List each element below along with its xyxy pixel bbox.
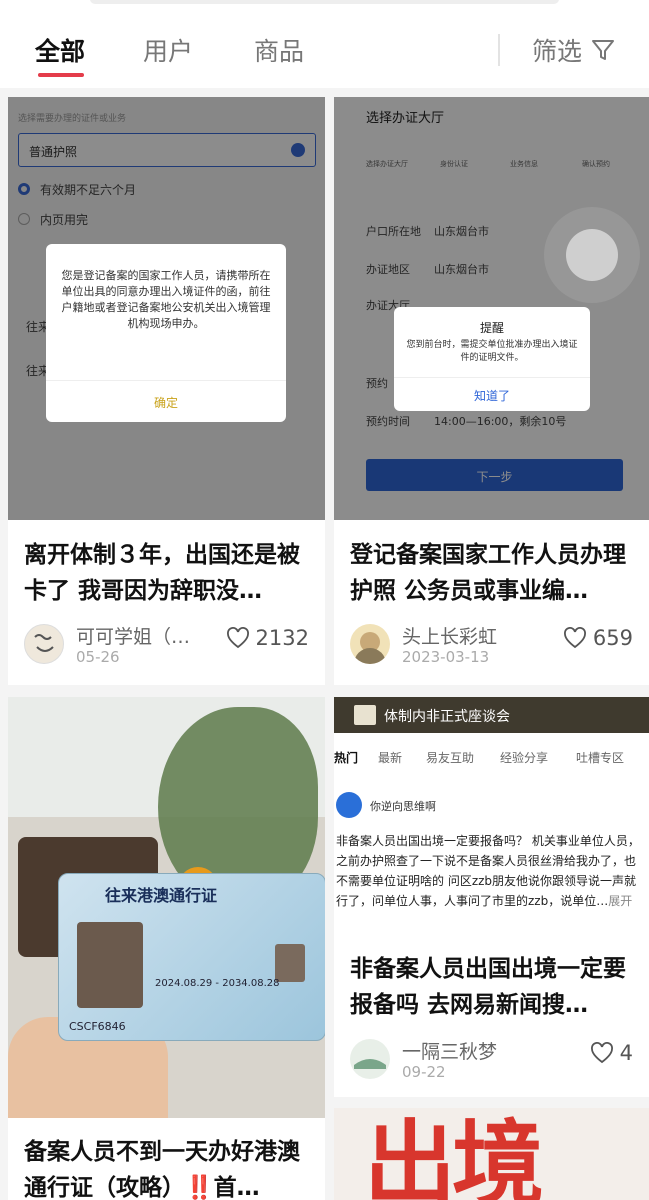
tab-all[interactable]: 全部	[35, 32, 85, 68]
author-name: 可可学姐（…	[76, 626, 191, 648]
card-title: 非备案人员出国出境一定要报备吗 去网易新闻搜…	[350, 956, 626, 1018]
note-card[interactable]: 出境	[334, 1108, 649, 1200]
photo-small	[275, 944, 305, 982]
post-date: 09-22	[402, 1063, 446, 1081]
tab-products[interactable]: 商品	[254, 32, 304, 68]
card-title: 离开体制３年，出国还是被卡了 我哥因为辞职没…	[24, 542, 300, 604]
avatar-image	[354, 1059, 386, 1069]
mock-dialog-button: 确定	[153, 396, 178, 410]
search-bar-edge[interactable]	[90, 0, 559, 4]
like-count: 4	[619, 1041, 633, 1065]
author-name: 头上长彩虹	[402, 626, 498, 648]
like-count: 2132	[255, 626, 309, 650]
poster-calligraphy: 出境	[364, 1110, 544, 1200]
avatar-image	[354, 632, 386, 664]
card-title: 登记备案国家工作人员办理护照 公务员或事业编…	[350, 542, 626, 604]
card-title: 备案人员不到一天办好港澳通行证（攻略）‼️首…	[24, 1139, 300, 1200]
heart-icon	[590, 1042, 613, 1064]
card-author[interactable]: 一隔三秋梦 09-22 4	[350, 1039, 633, 1085]
mock-group-header: 体制内非正式座谈会	[334, 697, 649, 733]
post-date: 05-26	[76, 648, 120, 666]
photo: 往来港澳通行证 2024.08.29 - 2034.08.28 CSCF6846	[8, 697, 325, 1118]
avatar[interactable]	[350, 1039, 390, 1079]
group-icon	[354, 705, 376, 725]
photo-portrait	[77, 922, 143, 1008]
mock-dialog: 提醒 您到前台时，需提交单位批准办理出入境证件的证明文件。 知道了	[394, 307, 590, 411]
like-button[interactable]: 2132	[226, 626, 309, 650]
card-cover-image: 选择需要办理的证件或业务 普通护照 有效期不足六个月 内页用完 往来 往来 您是…	[8, 97, 325, 520]
heart-icon	[226, 627, 249, 649]
author-name: 一隔三秋梦	[402, 1041, 498, 1063]
card-cover-image: 体制内非正式座谈会 热门 最新 易友互助 经验分享 吐槽专区 你逆向思维啊 非备…	[334, 697, 649, 937]
like-button[interactable]: 4	[590, 1041, 633, 1065]
avatar-image	[34, 634, 54, 652]
note-card[interactable]: 选择需要办理的证件或业务 普通护照 有效期不足六个月 内页用完 往来 往来 您是…	[8, 97, 325, 685]
active-tab-indicator	[38, 73, 84, 77]
like-button[interactable]: 659	[563, 626, 633, 650]
card-cover-image: 选择办证大厅 选择办证大厅 身份认证 业务信息 确认预约 户口所在地 山东烟台市…	[334, 97, 649, 520]
card-cover-image: 往来港澳通行证 2024.08.29 - 2034.08.28 CSCF6846	[8, 697, 325, 1118]
note-card[interactable]: 往来港澳通行证 2024.08.29 - 2034.08.28 CSCF6846…	[8, 697, 325, 1200]
avatar[interactable]	[24, 624, 64, 664]
mock-dialog: 您是登记备案的国家工作人员，请携带所在单位出具的同意办理出入境证件的函，前往户籍…	[46, 244, 286, 422]
note-card[interactable]: 体制内非正式座谈会 热门 最新 易友互助 经验分享 吐槽专区 你逆向思维啊 非备…	[334, 697, 649, 1097]
top-tab-bar: 全部 用户 商品 筛选	[0, 0, 649, 88]
card-author[interactable]: 头上长彩虹 2023-03-13 659	[350, 624, 633, 670]
card-author[interactable]: 可可学姐（… 05-26 2132	[24, 624, 309, 670]
mock-post-text: 非备案人员出国出境一定要报备吗？ 机关事业单位人员，之前办护照查了一下说不是备案…	[336, 834, 640, 908]
touch-indicator	[544, 207, 640, 303]
mock-dialog-text: 您是登记备案的国家工作人员，请携带所在单位出具的同意办理出入境证件的函，前往户籍…	[61, 269, 271, 330]
poster-avatar	[336, 792, 362, 818]
tab-divider	[498, 34, 500, 66]
note-card[interactable]: 选择办证大厅 选择办证大厅 身份认证 业务信息 确认预约 户口所在地 山东烟台市…	[334, 97, 649, 685]
post-date: 2023-03-13	[402, 648, 490, 666]
filter-label: 筛选	[532, 37, 583, 66]
like-count: 659	[592, 626, 633, 650]
avatar[interactable]	[350, 624, 390, 664]
heart-icon	[563, 627, 586, 649]
travel-permit-card: 往来港澳通行证 2024.08.29 - 2034.08.28 CSCF6846	[58, 873, 325, 1041]
funnel-icon	[592, 40, 615, 60]
filter-button[interactable]: 筛选	[532, 32, 616, 68]
tab-users[interactable]: 用户	[143, 32, 193, 68]
app-screenshot: 选择需要办理的证件或业务 普通护照 有效期不足六个月 内页用完 往来 往来 您是…	[8, 97, 325, 520]
